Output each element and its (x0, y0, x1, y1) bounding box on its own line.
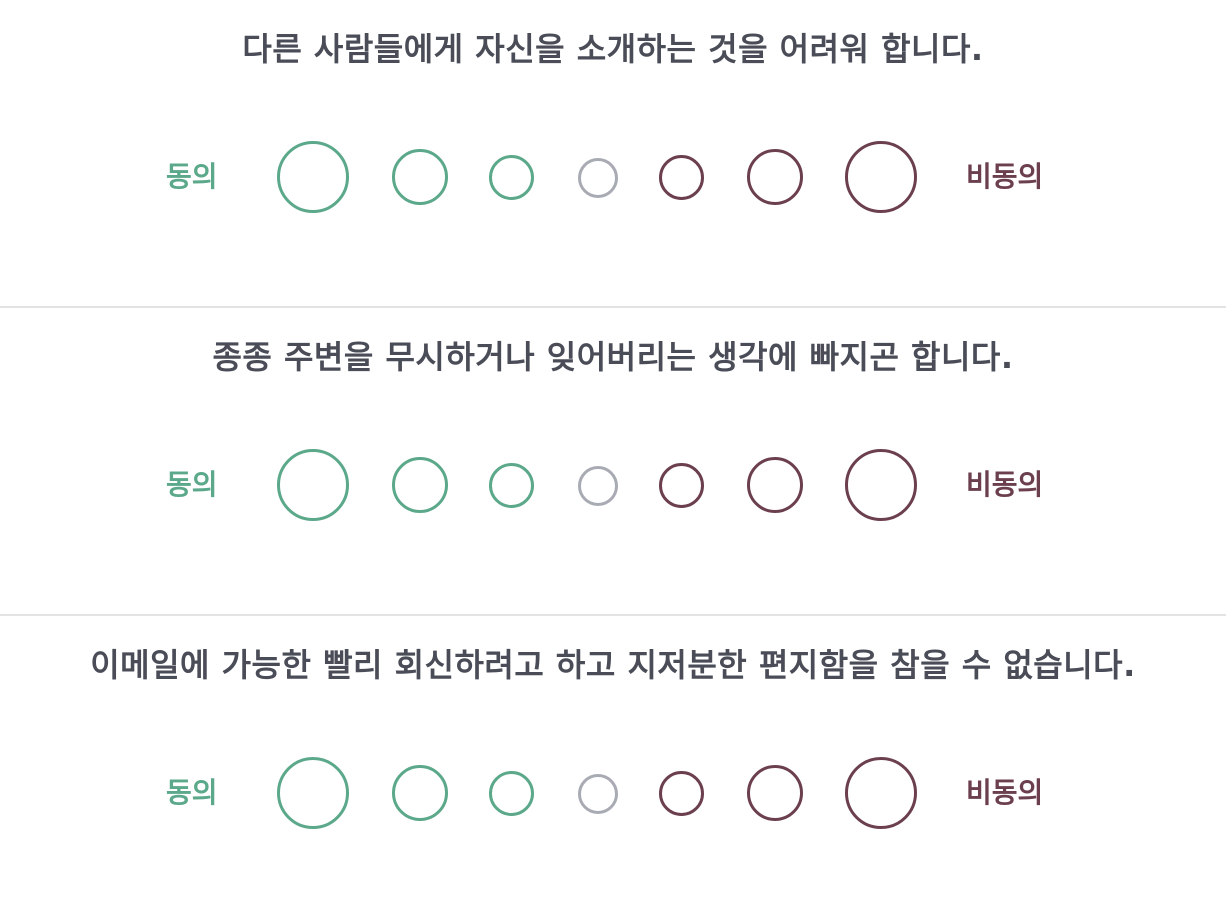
option-agree[interactable] (392, 149, 448, 205)
question-item: 다른 사람들에게 자신을 소개하는 것을 어려워 합니다. 동의 비동의 (0, 0, 1226, 308)
option-neutral[interactable] (578, 466, 618, 506)
agree-label: 동의 (166, 776, 218, 809)
option-slightly-agree[interactable] (489, 155, 534, 200)
agree-label: 동의 (166, 160, 218, 193)
option-slightly-agree[interactable] (489, 463, 534, 508)
option-strongly-agree[interactable] (277, 141, 349, 213)
agreement-scale: 동의 비동의 (0, 139, 1226, 215)
agreement-scale: 동의 비동의 (0, 755, 1226, 831)
option-slightly-disagree[interactable] (659, 771, 704, 816)
option-disagree[interactable] (747, 765, 803, 821)
disagree-label: 비동의 (966, 468, 1044, 501)
option-strongly-agree[interactable] (277, 757, 349, 829)
disagree-label: 비동의 (966, 776, 1044, 809)
agreement-scale: 동의 비동의 (0, 447, 1226, 523)
option-neutral[interactable] (578, 158, 618, 198)
option-slightly-disagree[interactable] (659, 463, 704, 508)
question-item: 종종 주변을 무시하거나 잊어버리는 생각에 빠지곤 합니다. 동의 비동의 (0, 308, 1226, 616)
option-neutral[interactable] (578, 774, 618, 814)
option-strongly-disagree[interactable] (845, 141, 917, 213)
question-text: 이메일에 가능한 빨리 회신하려고 하고 지저분한 편지함을 참을 수 없습니다… (90, 646, 1136, 684)
question-item: 이메일에 가능한 빨리 회신하려고 하고 지저분한 편지함을 참을 수 없습니다… (0, 616, 1226, 924)
option-disagree[interactable] (747, 149, 803, 205)
option-strongly-disagree[interactable] (845, 757, 917, 829)
option-slightly-disagree[interactable] (659, 155, 704, 200)
question-list: 다른 사람들에게 자신을 소개하는 것을 어려워 합니다. 동의 비동의 종종 … (0, 0, 1226, 924)
option-agree[interactable] (392, 457, 448, 513)
option-agree[interactable] (392, 765, 448, 821)
option-slightly-agree[interactable] (489, 771, 534, 816)
agree-label: 동의 (166, 468, 218, 501)
question-text: 종종 주변을 무시하거나 잊어버리는 생각에 빠지곤 합니다. (212, 338, 1014, 376)
disagree-label: 비동의 (966, 160, 1044, 193)
question-text: 다른 사람들에게 자신을 소개하는 것을 어려워 합니다. (242, 30, 984, 68)
option-disagree[interactable] (747, 457, 803, 513)
option-strongly-disagree[interactable] (845, 449, 917, 521)
option-strongly-agree[interactable] (277, 449, 349, 521)
